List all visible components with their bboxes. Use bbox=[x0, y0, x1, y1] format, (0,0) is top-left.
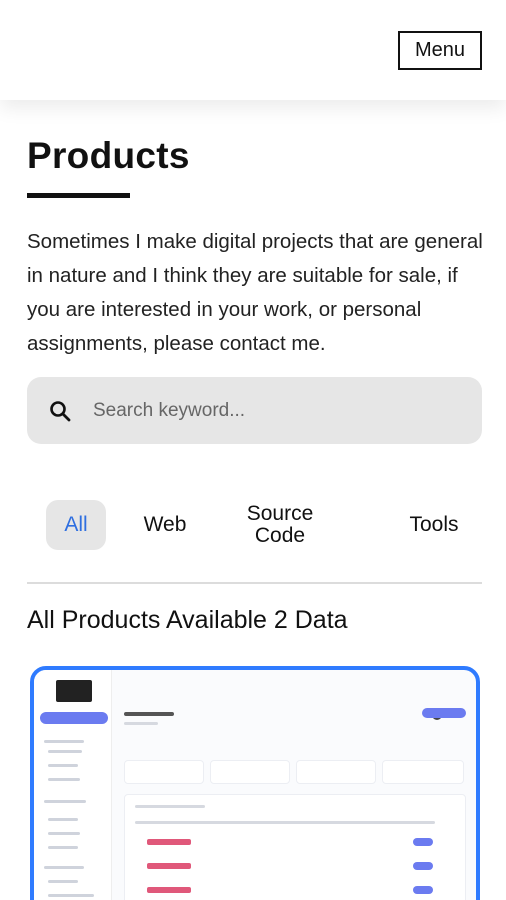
thumbnail-heading bbox=[124, 712, 174, 716]
thumbnail-line bbox=[48, 764, 78, 767]
thumbnail-table-header bbox=[135, 821, 435, 824]
section-title: All Products Available 2 Data bbox=[27, 606, 348, 634]
thumbnail-tag bbox=[147, 839, 191, 845]
thumbnail-stat bbox=[296, 760, 376, 784]
thumbnail-line bbox=[48, 818, 78, 821]
thumbnail-table-title bbox=[135, 805, 205, 808]
thumbnail-line bbox=[48, 832, 80, 835]
thumbnail-pill bbox=[413, 886, 433, 894]
thumbnail-subheading bbox=[124, 722, 158, 725]
product-card[interactable] bbox=[30, 666, 480, 900]
thumbnail-table bbox=[124, 794, 466, 900]
category-tabs: All Web Source Code Tools bbox=[27, 500, 482, 552]
thumbnail-line bbox=[48, 778, 80, 781]
tab-tools[interactable]: Tools bbox=[399, 500, 469, 550]
thumbnail-line bbox=[44, 866, 84, 869]
tab-all[interactable]: All bbox=[46, 500, 106, 550]
thumbnail-line bbox=[48, 846, 78, 849]
thumbnail-line bbox=[48, 894, 94, 897]
search-icon bbox=[47, 398, 73, 424]
thumbnail-button bbox=[422, 708, 466, 718]
thumbnail-stat bbox=[210, 760, 290, 784]
section-divider bbox=[27, 582, 482, 584]
tab-web[interactable]: Web bbox=[132, 500, 198, 550]
thumbnail-logo bbox=[56, 680, 92, 702]
thumbnail-pill bbox=[413, 838, 433, 846]
thumbnail-tag bbox=[147, 863, 191, 869]
thumbnail-line bbox=[48, 750, 82, 753]
intro-text: Sometimes I make digital projects that a… bbox=[27, 230, 483, 355]
title-underline bbox=[27, 193, 130, 198]
thumbnail-line bbox=[44, 740, 84, 743]
product-thumbnail-sidebar bbox=[34, 670, 112, 900]
thumbnail-line bbox=[44, 800, 86, 803]
search-input[interactable] bbox=[93, 399, 453, 422]
search-bar[interactable] bbox=[27, 377, 482, 444]
thumbnail-stat bbox=[382, 760, 464, 784]
thumbnail-line bbox=[48, 880, 78, 883]
thumbnail-active-item bbox=[40, 712, 108, 724]
menu-button[interactable]: Menu bbox=[398, 31, 482, 70]
tab-source-code[interactable]: Source Code bbox=[233, 500, 327, 550]
thumbnail-stat bbox=[124, 760, 204, 784]
thumbnail-pill bbox=[413, 862, 433, 870]
page-title: Products bbox=[27, 135, 190, 176]
site-header: Menu bbox=[0, 0, 506, 100]
thumbnail-tag bbox=[147, 887, 191, 893]
